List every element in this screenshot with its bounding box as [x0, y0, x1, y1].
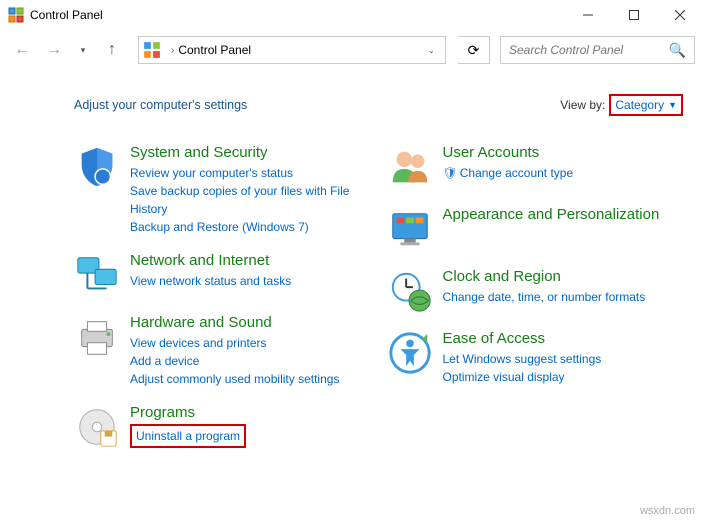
link-network-status[interactable]: View network status and tasks	[130, 272, 371, 290]
address-dropdown-icon[interactable]: ⌄	[421, 45, 441, 56]
link-uninstall-program[interactable]: Uninstall a program	[130, 424, 246, 448]
watermark: wsxdn.com	[640, 505, 695, 517]
category-ease-of-access: Ease of Access Let Windows suggest setti…	[387, 330, 684, 386]
breadcrumb-separator-icon[interactable]: ›	[171, 45, 174, 56]
control-panel-breadcrumb-icon	[143, 41, 161, 59]
window-controls	[565, 0, 703, 30]
content-area: Adjust your computer's settings View by:…	[0, 70, 703, 486]
link-review-status[interactable]: Review your computer's status	[130, 164, 371, 182]
users-icon[interactable]	[387, 144, 433, 190]
link-change-account-type[interactable]: 🛡Change account type	[443, 164, 684, 182]
category-title[interactable]: Hardware and Sound	[130, 314, 371, 332]
link-add-device[interactable]: Add a device	[130, 352, 371, 370]
link-devices-printers[interactable]: View devices and printers	[130, 334, 371, 352]
page-title: Adjust your computer's settings	[74, 98, 560, 112]
category-title[interactable]: Clock and Region	[443, 268, 684, 286]
chevron-down-icon: ▼	[668, 100, 677, 110]
forward-button[interactable]: →	[40, 36, 68, 64]
close-button[interactable]	[657, 0, 703, 30]
search-icon[interactable]: 🔍	[669, 42, 686, 59]
link-suggest-settings[interactable]: Let Windows suggest settings	[443, 350, 684, 368]
link-backup-restore[interactable]: Backup and Restore (Windows 7)	[130, 218, 371, 236]
network-icon[interactable]	[74, 252, 120, 298]
category-title[interactable]: Appearance and Personalization	[443, 206, 684, 224]
category-clock-region: Clock and Region Change date, time, or n…	[387, 268, 684, 314]
category-title[interactable]: Network and Internet	[130, 252, 371, 270]
category-title[interactable]: User Accounts	[443, 144, 684, 162]
right-column: User Accounts 🛡Change account type Appea…	[387, 144, 684, 466]
nav-toolbar: ← → ▾ ↑ › Control Panel ⌄ ⟳ 🔍	[0, 30, 703, 70]
search-box[interactable]: 🔍	[500, 36, 695, 64]
back-button[interactable]: ←	[8, 36, 36, 64]
category-hardware-sound: Hardware and Sound View devices and prin…	[74, 314, 371, 388]
search-input[interactable]	[509, 43, 669, 57]
up-button[interactable]: ↑	[98, 36, 126, 64]
category-system-security: System and Security Review your computer…	[74, 144, 371, 236]
link-file-history[interactable]: Save backup copies of your files with Fi…	[130, 182, 371, 218]
category-network-internet: Network and Internet View network status…	[74, 252, 371, 298]
printer-icon[interactable]	[74, 314, 120, 360]
category-columns: System and Security Review your computer…	[74, 144, 683, 466]
left-column: System and Security Review your computer…	[74, 144, 371, 466]
category-title[interactable]: Programs	[130, 404, 371, 422]
refresh-button[interactable]: ⟳	[458, 36, 490, 64]
category-programs: Programs Uninstall a program	[74, 404, 371, 450]
disc-icon[interactable]	[74, 404, 120, 450]
clock-globe-icon[interactable]	[387, 268, 433, 314]
ease-of-access-icon[interactable]	[387, 330, 433, 376]
content-header: Adjust your computer's settings View by:…	[74, 94, 683, 116]
view-by-value-text: Category	[615, 98, 664, 112]
category-title[interactable]: System and Security	[130, 144, 371, 162]
titlebar: Control Panel	[0, 0, 703, 30]
category-appearance: Appearance and Personalization	[387, 206, 684, 252]
minimize-button[interactable]	[565, 0, 611, 30]
category-user-accounts: User Accounts 🛡Change account type	[387, 144, 684, 190]
link-change-date-formats[interactable]: Change date, time, or number formats	[443, 288, 684, 306]
window-title: Control Panel	[30, 8, 565, 22]
address-bar[interactable]: › Control Panel ⌄	[138, 36, 446, 64]
shield-icon[interactable]	[74, 144, 120, 190]
maximize-button[interactable]	[611, 0, 657, 30]
category-title[interactable]: Ease of Access	[443, 330, 684, 348]
control-panel-titlebar-icon	[8, 7, 24, 23]
view-by-label: View by:	[560, 98, 605, 112]
view-by-dropdown[interactable]: Category ▼	[609, 94, 683, 116]
link-mobility-settings[interactable]: Adjust commonly used mobility settings	[130, 370, 371, 388]
monitor-icon[interactable]	[387, 206, 433, 252]
history-dropdown[interactable]: ▾	[72, 36, 94, 64]
breadcrumb-text[interactable]: Control Panel	[178, 43, 421, 57]
account-shield-icon: 🛡	[443, 166, 458, 180]
link-optimize-display[interactable]: Optimize visual display	[443, 368, 684, 386]
